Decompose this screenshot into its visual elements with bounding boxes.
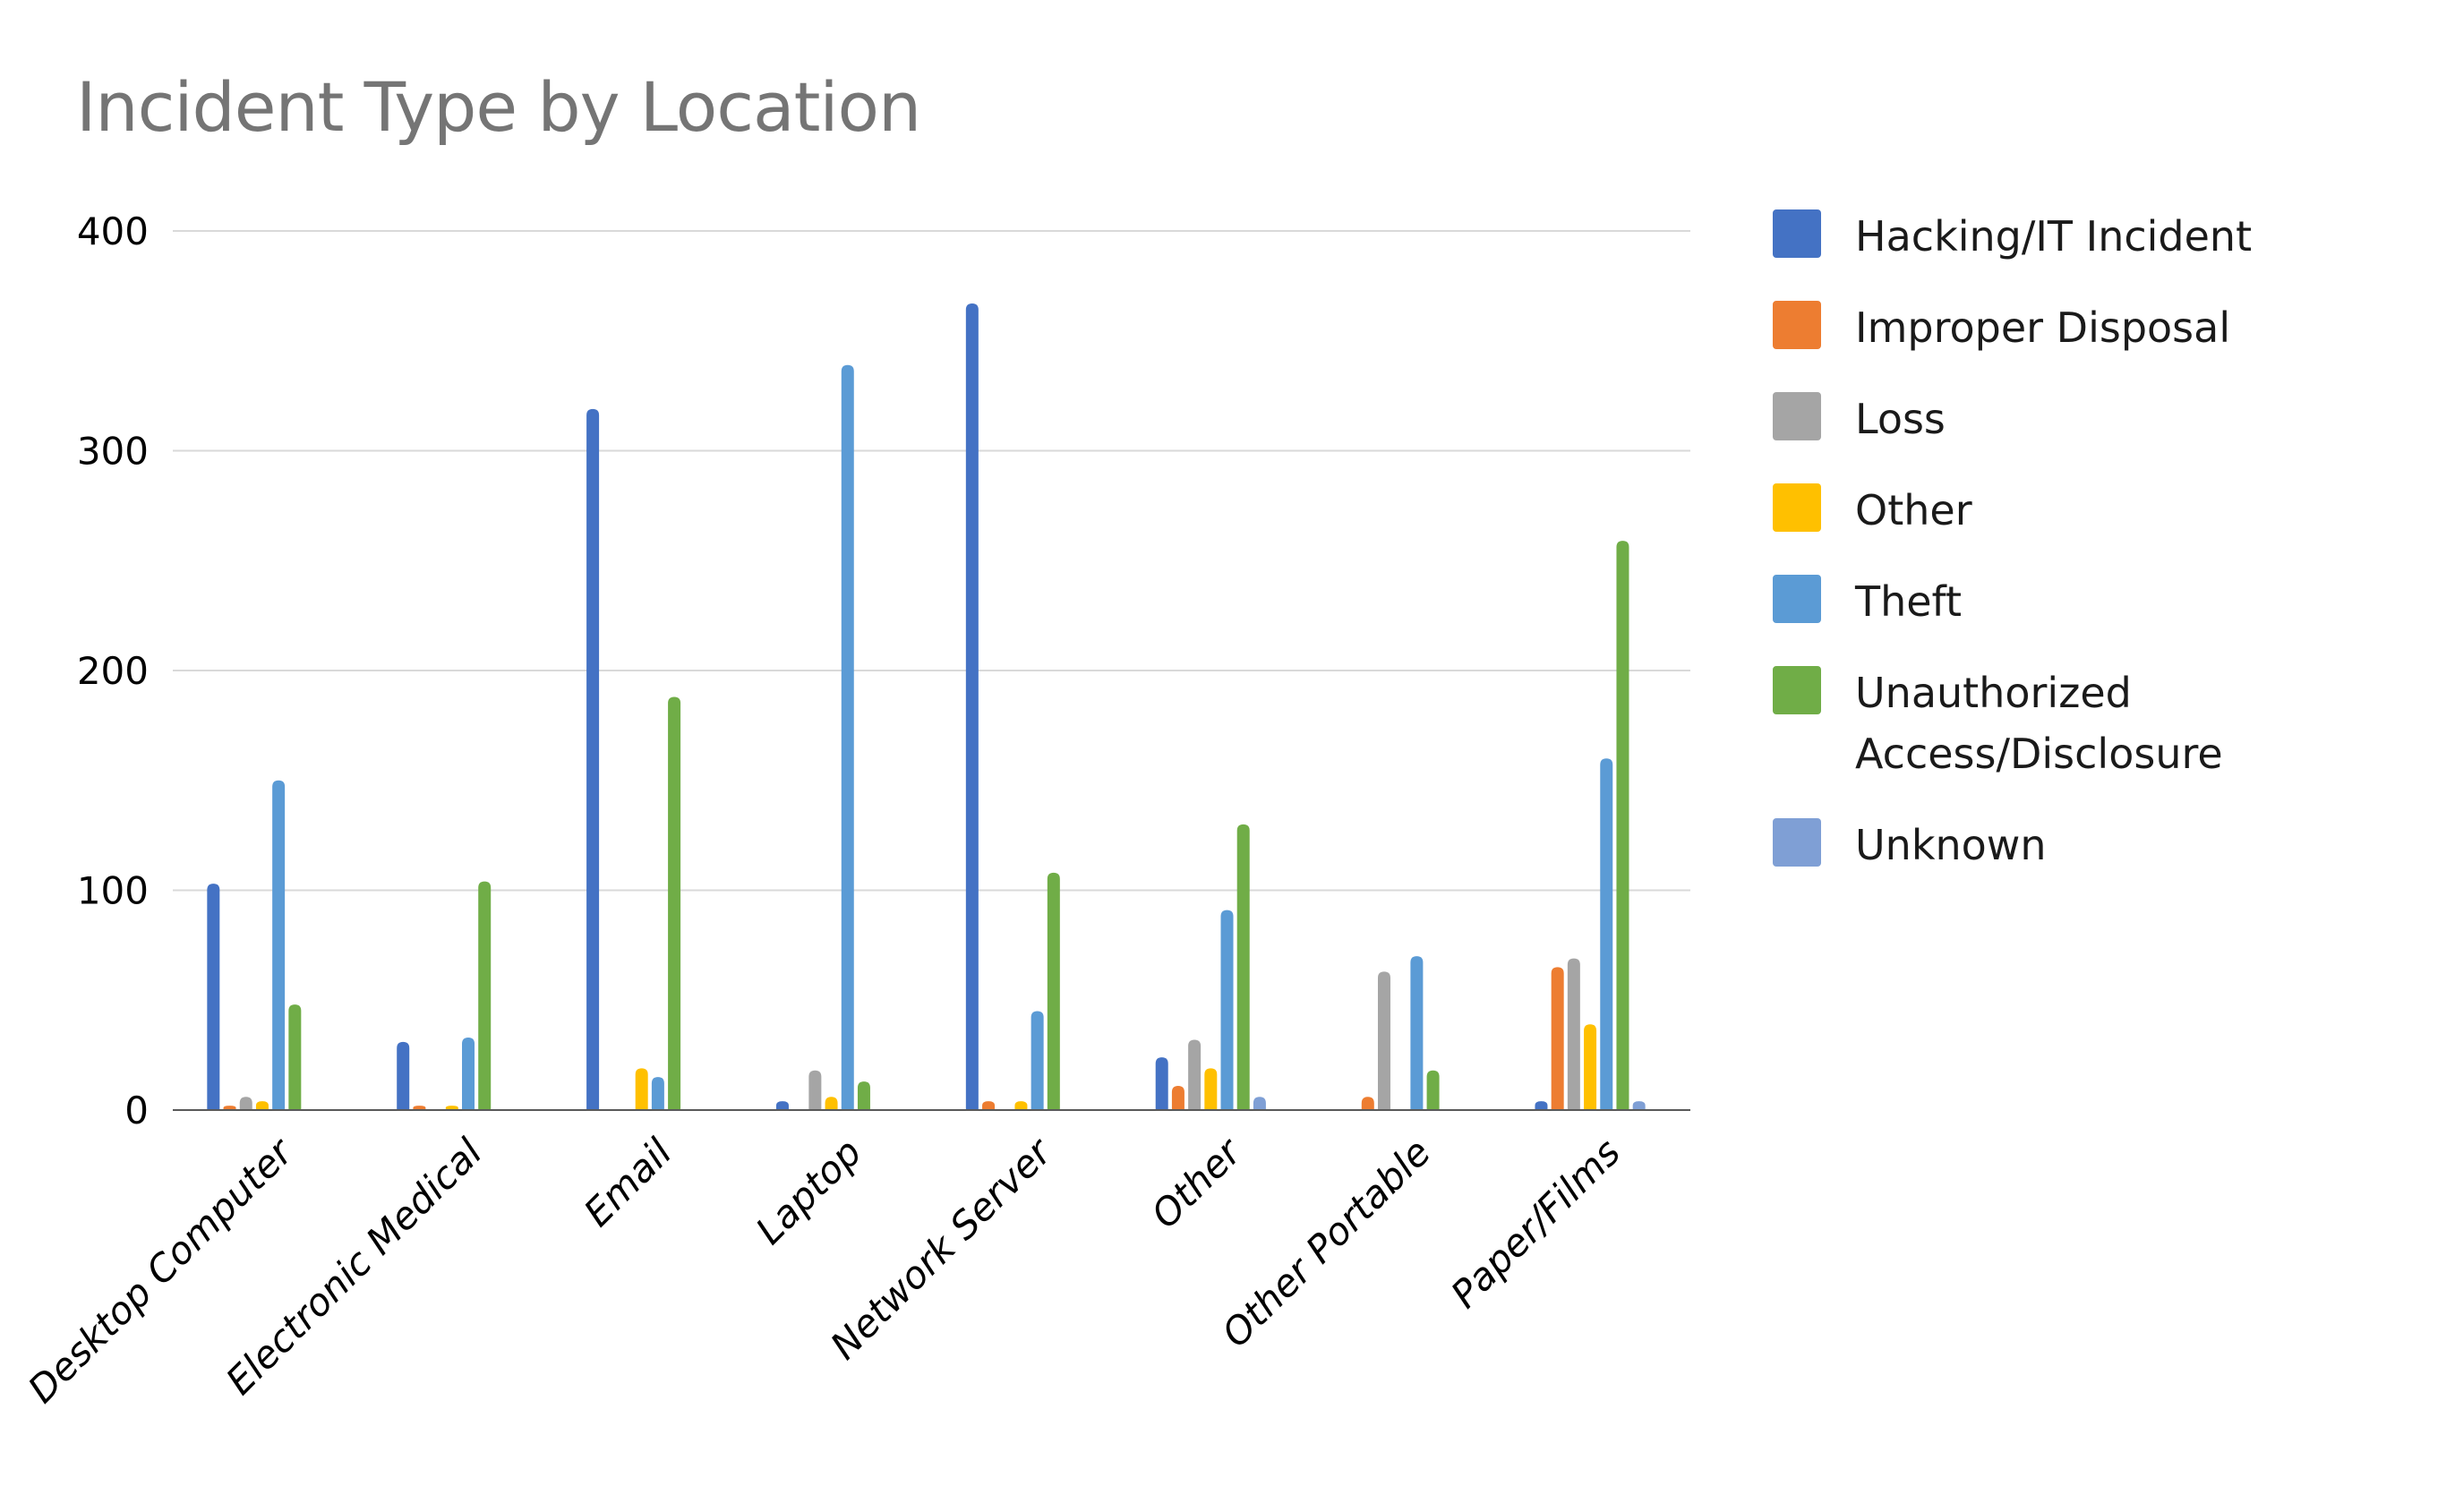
- bar: [635, 1068, 648, 1110]
- bar: [1426, 1070, 1440, 1110]
- bar: [1171, 1085, 1185, 1110]
- bar: [1377, 971, 1390, 1110]
- gridlines: [173, 230, 1690, 892]
- bar: [668, 696, 681, 1110]
- bar: [1600, 758, 1613, 1110]
- legend-label-line: Unknown: [1855, 821, 2047, 869]
- bar: [1410, 956, 1424, 1110]
- legend-item: Hacking/IT Incident: [1773, 206, 2399, 267]
- legend-swatch: [1773, 666, 1821, 714]
- legend-label: Theft: [1855, 571, 2321, 632]
- x-tick-label: Other: [1142, 1128, 1251, 1236]
- bar: [462, 1037, 475, 1110]
- legend-label: Unauthorized Access/Disclosure: [1855, 662, 2321, 784]
- legend-swatch: [1773, 301, 1821, 349]
- bar: [1031, 1011, 1044, 1110]
- bar-group: [586, 408, 681, 1111]
- x-tick-label: Email: [576, 1130, 680, 1234]
- bar: [1567, 958, 1580, 1110]
- legend-swatch: [1773, 575, 1821, 623]
- y-tick-label: 100: [77, 869, 149, 913]
- legend-item: Loss: [1773, 389, 2399, 449]
- bar: [239, 1097, 252, 1110]
- y-tick-label: 400: [77, 209, 149, 253]
- bar: [841, 364, 854, 1110]
- bar-group: [775, 364, 870, 1110]
- legend-label-line: Loss: [1855, 395, 1946, 443]
- legend: Hacking/IT Incident Improper Disposal Loss…: [1773, 206, 2399, 906]
- legend-item: Improper Disposal: [1773, 297, 2399, 358]
- bar-group: [1361, 956, 1440, 1110]
- bar: [397, 1041, 410, 1110]
- bar: [1361, 1097, 1374, 1110]
- legend-item: Unauthorized Access/Disclosure: [1773, 662, 2399, 784]
- y-axis-ticks: 0 100 200 300 400: [77, 209, 149, 1132]
- bar: [1188, 1039, 1202, 1110]
- legend-label-line: Improper Disposal: [1855, 303, 2231, 352]
- legend-label: Hacking/IT Incident: [1855, 206, 2321, 267]
- bar-group: [1155, 824, 1266, 1110]
- legend-label: Loss: [1855, 389, 2321, 449]
- bar: [288, 1004, 302, 1110]
- bar-group: [965, 303, 1060, 1110]
- bar: [965, 303, 979, 1110]
- bar: [775, 1101, 789, 1110]
- bar: [478, 881, 492, 1110]
- bars: [207, 303, 1646, 1111]
- legend-item: Other: [1773, 480, 2399, 541]
- bar: [1535, 1101, 1548, 1110]
- legend-swatch: [1773, 392, 1821, 440]
- bar: [1204, 1068, 1218, 1110]
- bar: [651, 1077, 664, 1110]
- legend-label-line: Theft: [1855, 577, 1962, 626]
- bar: [1047, 872, 1060, 1110]
- legend-label-line: Hacking/IT Incident: [1855, 212, 2253, 261]
- bar-group: [1535, 541, 1646, 1110]
- legend-label: Unknown: [1855, 815, 2321, 876]
- y-tick-label: 0: [124, 1089, 149, 1132]
- bar: [1236, 824, 1250, 1110]
- legend-label-line: Access/Disclosure: [1855, 730, 2223, 778]
- bar: [1584, 1024, 1597, 1110]
- bar-group: [207, 780, 302, 1110]
- legend-swatch: [1773, 818, 1821, 867]
- bar: [272, 780, 286, 1110]
- legend-label: Improper Disposal: [1855, 297, 2321, 358]
- legend-label-line: Unauthorized: [1855, 669, 2132, 717]
- x-tick-label: Paper/Films: [1442, 1130, 1629, 1316]
- legend-label-line: Other: [1855, 486, 1972, 534]
- bar: [1551, 967, 1564, 1110]
- bar: [207, 884, 220, 1110]
- bar: [857, 1081, 870, 1110]
- x-tick-label: Other Portable: [1213, 1130, 1439, 1355]
- legend-swatch: [1773, 209, 1821, 258]
- y-tick-label: 300: [77, 430, 149, 474]
- x-axis-ticks: Desktop ComputerElectronic Medical Email L…: [20, 1128, 1629, 1411]
- bar: [808, 1070, 822, 1110]
- bar: [255, 1101, 269, 1110]
- bar: [1220, 910, 1234, 1110]
- bar: [1253, 1097, 1266, 1110]
- legend-item: Unknown: [1773, 815, 2399, 876]
- legend-label: Other: [1855, 480, 2321, 541]
- bar: [982, 1101, 996, 1110]
- bar: [586, 408, 600, 1111]
- bar: [1632, 1101, 1646, 1110]
- legend-item: Theft: [1773, 571, 2399, 632]
- bar: [1014, 1101, 1028, 1110]
- bar-group: [397, 881, 492, 1110]
- bar: [1616, 541, 1629, 1110]
- y-tick-label: 200: [77, 649, 149, 693]
- bar: [825, 1097, 838, 1110]
- x-tick-label: Laptop: [748, 1130, 870, 1252]
- legend-swatch: [1773, 483, 1821, 532]
- bar: [1155, 1057, 1168, 1110]
